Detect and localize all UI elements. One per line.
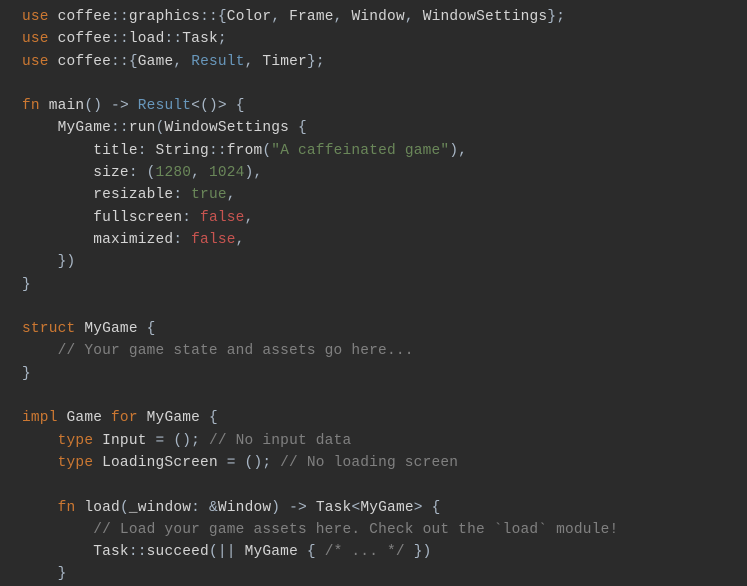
- code-line: }): [22, 251, 747, 273]
- code-line: fullscreen: false,: [22, 207, 747, 229]
- code-line: size: (1280, 1024),: [22, 162, 747, 184]
- code-line: type LoadingScreen = (); // No loading s…: [22, 452, 747, 474]
- code-line: // Your game state and assets go here...: [22, 340, 747, 362]
- keyword-use: use: [22, 9, 49, 25]
- blank-line: [22, 296, 747, 318]
- code-line: // Load your game assets here. Check out…: [22, 519, 747, 541]
- code-line: Task::succeed(|| MyGame { /* ... */ }): [22, 541, 747, 563]
- code-line: }: [22, 363, 747, 385]
- code-line: }: [22, 563, 747, 585]
- code-line: type Input = (); // No input data: [22, 430, 747, 452]
- code-line: use coffee::{Game, Result, Timer};: [22, 51, 747, 73]
- code-line: }: [22, 274, 747, 296]
- code-line: fn load(_window: &Window) -> Task<MyGame…: [22, 497, 747, 519]
- blank-line: [22, 73, 747, 95]
- code-line: maximized: false,: [22, 229, 747, 251]
- code-line: title: String::from("A caffeinated game"…: [22, 140, 747, 162]
- code-line: fn main() -> Result<()> {: [22, 95, 747, 117]
- code-block: use coffee::graphics::{Color, Frame, Win…: [22, 6, 747, 586]
- code-line: use coffee::load::Task;: [22, 28, 747, 50]
- blank-line: [22, 474, 747, 496]
- code-line: use coffee::graphics::{Color, Frame, Win…: [22, 6, 747, 28]
- code-line: MyGame::run(WindowSettings {: [22, 117, 747, 139]
- code-line: resizable: true,: [22, 184, 747, 206]
- code-line: struct MyGame {: [22, 318, 747, 340]
- blank-line: [22, 385, 747, 407]
- code-line: impl Game for MyGame {: [22, 407, 747, 429]
